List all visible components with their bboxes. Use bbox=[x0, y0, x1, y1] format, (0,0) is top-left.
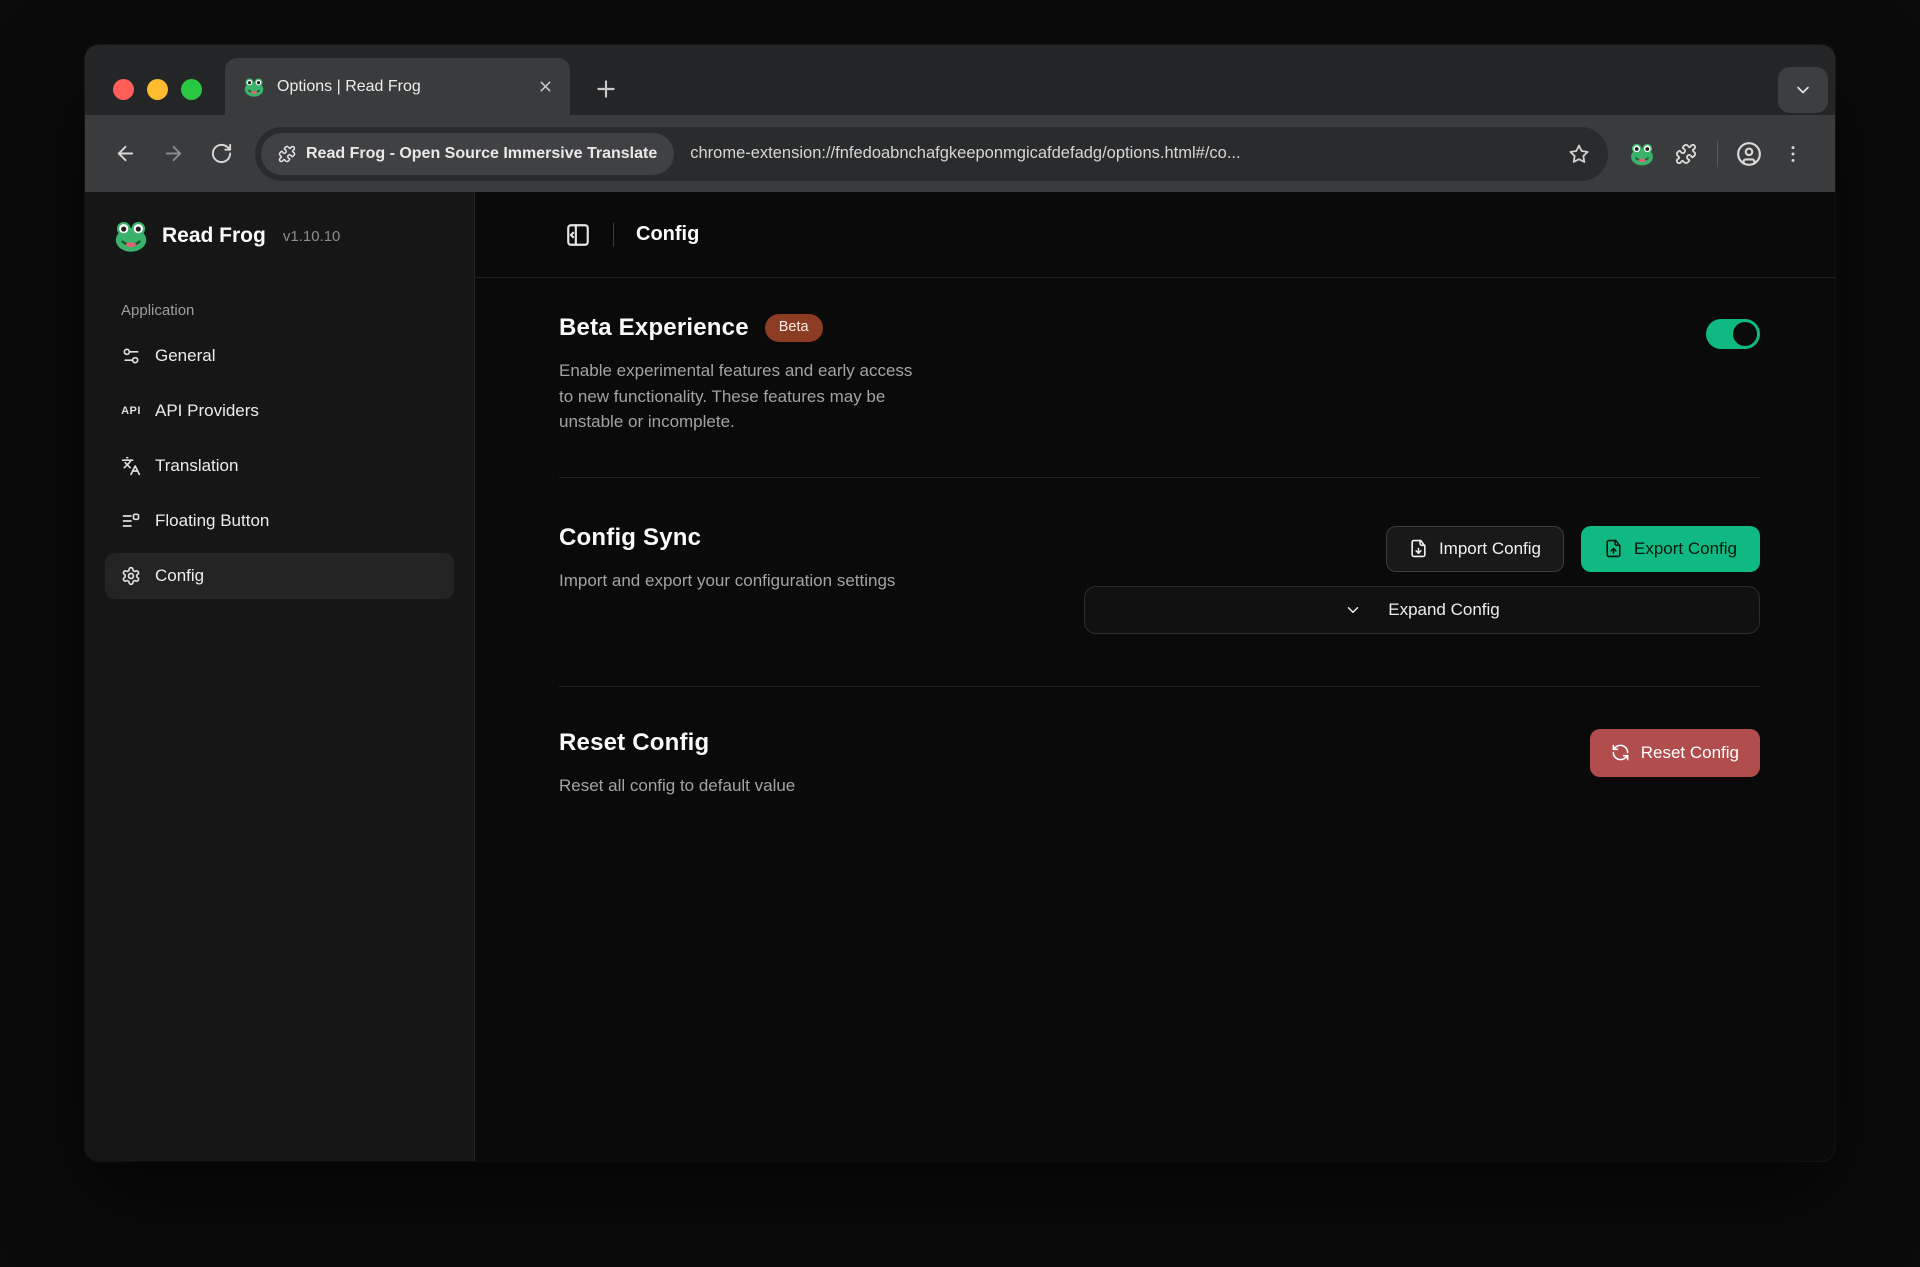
beta-experience-description: Enable experimental features and early a… bbox=[559, 358, 931, 435]
sidebar-item-translation[interactable]: Translation bbox=[105, 443, 454, 489]
window-controls bbox=[113, 79, 202, 100]
forward-button[interactable] bbox=[149, 130, 197, 178]
sidebar-item-label: API Providers bbox=[155, 401, 259, 421]
reset-config-button[interactable]: Reset Config bbox=[1590, 729, 1760, 777]
browser-window: Options | Read Frog Read Frog - Open Sou… bbox=[85, 45, 1835, 1161]
app-version: v1.10.10 bbox=[283, 228, 341, 245]
profile-button[interactable] bbox=[1727, 130, 1771, 178]
bookmark-star-icon[interactable] bbox=[1568, 143, 1590, 165]
config-sync-title: Config Sync bbox=[559, 524, 701, 552]
page-header: Config bbox=[475, 192, 1835, 278]
import-config-label: Import Config bbox=[1439, 539, 1541, 559]
expand-config-label: Expand Config bbox=[1388, 600, 1500, 620]
sidebar-item-config[interactable]: Config bbox=[105, 553, 454, 599]
sidebar-nav: General API API Providers Translation Fl… bbox=[105, 333, 454, 599]
sidebar-item-label: General bbox=[155, 346, 215, 366]
fullscreen-window-button[interactable] bbox=[181, 79, 202, 100]
reset-config-title: Reset Config bbox=[559, 729, 709, 757]
tab-strip: Options | Read Frog bbox=[85, 45, 1835, 115]
frog-favicon-icon bbox=[243, 76, 265, 98]
import-config-button[interactable]: Import Config bbox=[1386, 526, 1564, 572]
panel-collapse-icon[interactable] bbox=[565, 222, 591, 248]
extensions-button[interactable] bbox=[1664, 130, 1708, 178]
beta-experience-toggle[interactable] bbox=[1706, 319, 1760, 349]
config-sync-section: Config Sync Import and export your confi… bbox=[559, 478, 1760, 686]
browser-tab[interactable]: Options | Read Frog bbox=[225, 58, 570, 115]
main-panel: Config Beta Experience Beta Enable exper… bbox=[475, 192, 1835, 1161]
sliders-icon bbox=[121, 346, 141, 366]
file-down-icon bbox=[1409, 539, 1428, 558]
config-sync-text: Config Sync Import and export your confi… bbox=[559, 524, 895, 594]
tab-search-button[interactable] bbox=[1778, 67, 1828, 113]
sidebar-item-label: Config bbox=[155, 566, 204, 586]
back-button[interactable] bbox=[101, 130, 149, 178]
new-tab-button[interactable] bbox=[593, 76, 619, 102]
app-logo-row: Read Frog v1.10.10 bbox=[105, 218, 454, 254]
page-title: Config bbox=[636, 223, 699, 246]
chevron-down-icon bbox=[1344, 601, 1362, 619]
reset-config-text: Reset Config Reset all config to default… bbox=[559, 729, 795, 799]
sidebar-item-label: Translation bbox=[155, 456, 238, 476]
export-config-label: Export Config bbox=[1634, 539, 1737, 559]
beta-experience-title: Beta Experience bbox=[559, 314, 749, 342]
read-frog-extension-button[interactable] bbox=[1620, 130, 1664, 178]
refresh-ccw-icon bbox=[1611, 743, 1630, 762]
file-up-icon bbox=[1604, 539, 1623, 558]
tab-close-icon[interactable] bbox=[537, 78, 554, 95]
sidebar-item-general[interactable]: General bbox=[105, 333, 454, 379]
sidebar-section-label: Application bbox=[121, 302, 454, 319]
floating-button-icon bbox=[121, 511, 141, 531]
toggle-knob bbox=[1733, 322, 1757, 346]
reset-config-label: Reset Config bbox=[1641, 743, 1739, 763]
read-frog-logo-icon bbox=[113, 218, 149, 254]
tab-title: Options | Read Frog bbox=[277, 78, 525, 96]
close-window-button[interactable] bbox=[113, 79, 134, 100]
expand-config-button[interactable]: Expand Config bbox=[1084, 586, 1760, 634]
app-name: Read Frog bbox=[162, 224, 266, 248]
settings-content: Beta Experience Beta Enable experimental… bbox=[475, 278, 1835, 840]
extension-chip-label: Read Frog - Open Source Immersive Transl… bbox=[306, 145, 657, 163]
gear-icon bbox=[121, 566, 141, 586]
reset-config-section: Reset Config Reset all config to default… bbox=[559, 687, 1760, 841]
extension-name-chip[interactable]: Read Frog - Open Source Immersive Transl… bbox=[261, 133, 674, 175]
toolbar-separator bbox=[1717, 141, 1718, 167]
toolbar-right-cluster bbox=[1620, 130, 1815, 178]
config-sync-description: Import and export your configuration set… bbox=[559, 568, 895, 594]
sidebar: Read Frog v1.10.10 Application General A… bbox=[85, 192, 475, 1161]
browser-menu-button[interactable] bbox=[1771, 130, 1815, 178]
address-bar[interactable]: Read Frog - Open Source Immersive Transl… bbox=[255, 127, 1608, 181]
reload-button[interactable] bbox=[197, 130, 245, 178]
beta-experience-text: Beta Experience Beta Enable experimental… bbox=[559, 314, 931, 435]
extension-puzzle-icon bbox=[278, 145, 296, 163]
config-sync-actions: Import Config Export Config Expand Confi… bbox=[1084, 526, 1760, 634]
export-config-button[interactable]: Export Config bbox=[1581, 526, 1760, 572]
sidebar-item-floating-button[interactable]: Floating Button bbox=[105, 498, 454, 544]
header-separator bbox=[613, 223, 614, 247]
api-icon: API bbox=[121, 405, 141, 417]
languages-icon bbox=[121, 456, 141, 476]
sidebar-item-label: Floating Button bbox=[155, 511, 269, 531]
sidebar-item-api-providers[interactable]: API API Providers bbox=[105, 388, 454, 434]
browser-toolbar: Read Frog - Open Source Immersive Transl… bbox=[85, 115, 1835, 192]
url-text: chrome-extension://fnfedoabnchafgkeeponm… bbox=[690, 144, 1568, 163]
beta-experience-section: Beta Experience Beta Enable experimental… bbox=[559, 278, 1760, 477]
reset-config-description: Reset all config to default value bbox=[559, 773, 795, 799]
minimize-window-button[interactable] bbox=[147, 79, 168, 100]
beta-badge: Beta bbox=[765, 314, 823, 341]
chevron-down-icon bbox=[1793, 80, 1813, 100]
extension-options-page: Read Frog v1.10.10 Application General A… bbox=[85, 192, 1835, 1161]
